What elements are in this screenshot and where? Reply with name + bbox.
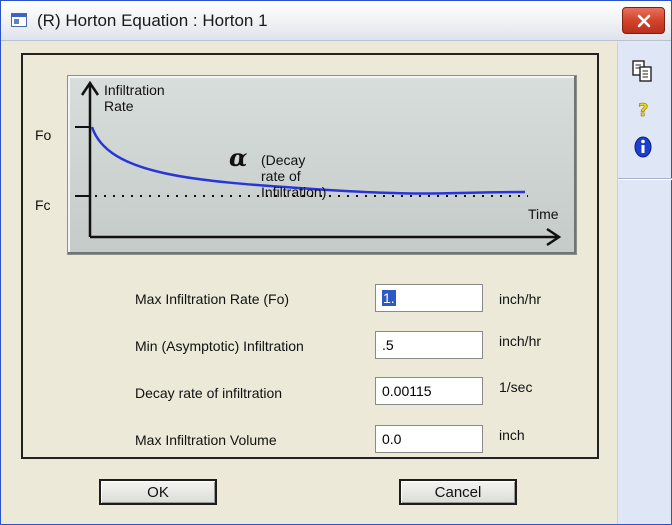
max-volume-label: Max Infiltration Volume [135,432,277,448]
max-infiltration-value: 1. [382,290,396,306]
fo-label: Fo [35,127,52,143]
decay-rate-unit: 1/sec [499,379,533,395]
decay-label: (Decay rate of Infiltration) [261,152,327,200]
toolbar-separator [618,178,672,180]
max-infiltration-label: Max Infiltration Rate (Fo) [135,291,290,307]
alpha-symbol: α [229,143,248,172]
close-icon [637,14,650,27]
ok-button[interactable]: OK [99,479,217,505]
max-volume-input[interactable]: 0.0 [375,425,483,453]
max-infiltration-input[interactable]: 1. [375,284,483,312]
svg-text:?: ? [638,100,648,121]
window-title: (R) Horton Equation : Horton 1 [37,11,268,30]
copy-button[interactable] [628,56,658,86]
window-icon [11,13,27,27]
decay-rate-label: Decay rate of infiltration [135,385,283,401]
cancel-button[interactable]: Cancel [399,479,517,505]
horton-equation-dialog: (R) Horton Equation : Horton 1 ? Infiltr… [0,0,672,525]
max-volume-unit: inch [499,427,525,443]
side-toolbar: ? [617,42,672,524]
max-infiltration-unit: inch/hr [499,291,542,307]
x-axis-label: Time [528,206,559,222]
info-button[interactable] [628,132,658,162]
help-button[interactable]: ? [628,94,658,124]
title-bar[interactable]: (R) Horton Equation : Horton 1 [1,1,671,41]
min-infiltration-input[interactable]: .5 [375,331,483,359]
y-axis-label: Infiltration Rate [104,82,165,114]
close-button[interactable] [622,7,665,34]
fc-label: Fc [35,197,51,213]
decay-rate-input[interactable]: 0.00115 [375,377,483,405]
info-icon [634,136,652,158]
content-panel: Infiltration Rate Time Fo Fc α (Decay ra… [21,53,599,459]
min-infiltration-label: Min (Asymptotic) Infiltration [135,338,304,354]
min-infiltration-unit: inch/hr [499,333,542,349]
help-icon: ? [638,100,649,121]
copy-icon [632,60,652,82]
